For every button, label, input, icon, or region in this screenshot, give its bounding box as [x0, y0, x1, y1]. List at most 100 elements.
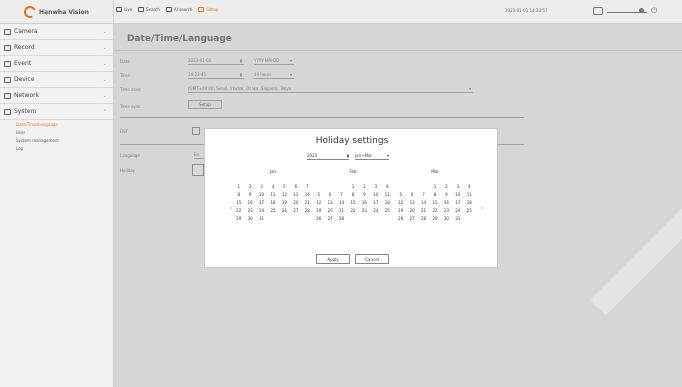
calendar-day[interactable]: 19	[279, 199, 290, 206]
sidebar-subitem-date-time-language[interactable]: Date/Time/Language	[0, 120, 113, 128]
sidebar-item-system[interactable]: System ⌃	[0, 104, 113, 120]
calendar-day[interactable]: 10	[370, 191, 381, 198]
calendar-day[interactable]: 28	[302, 207, 313, 214]
calendar-day[interactable]: 24	[370, 207, 381, 214]
calendar-day[interactable]: 3	[370, 183, 381, 190]
calendar-day[interactable]: 26	[395, 215, 406, 222]
month-range-select[interactable]: Jan~Mar ▾	[355, 152, 389, 160]
calendar-day[interactable]: 13	[290, 191, 301, 198]
calendar-day[interactable]: 15	[347, 199, 358, 206]
topnav-live[interactable]: Live	[116, 7, 132, 12]
calendar-day[interactable]: 5	[279, 183, 290, 190]
sidebar-subitem-log[interactable]: Log	[0, 144, 113, 152]
calendar-day[interactable]: 6	[290, 183, 301, 190]
calendar-day[interactable]: 24	[452, 207, 463, 214]
volume-slider[interactable]	[607, 8, 647, 13]
calendar-day[interactable]: 14	[302, 191, 313, 198]
year-select[interactable]: 2023 ▮	[307, 152, 349, 160]
calendar-day[interactable]: 16	[359, 199, 370, 206]
calendar-day[interactable]: 17	[452, 199, 463, 206]
calendar-day[interactable]: 27	[290, 207, 301, 214]
calendar-day[interactable]: 22	[429, 207, 440, 214]
sidebar-item-device[interactable]: Device ⌄	[0, 72, 113, 88]
calendar-day[interactable]: 26	[279, 207, 290, 214]
calendar-day[interactable]: 13	[324, 199, 335, 206]
calendar-day[interactable]: 31	[452, 215, 463, 222]
power-icon[interactable]: ⏻	[651, 6, 657, 16]
apply-button[interactable]: Apply	[316, 254, 350, 264]
sidebar-item-camera[interactable]: Camera ⌄	[0, 24, 113, 40]
calendar-day[interactable]: 1	[233, 183, 244, 190]
calendar-day[interactable]: 3	[256, 183, 267, 190]
calendar-day[interactable]: 23	[359, 207, 370, 214]
calendar-day[interactable]: 15	[233, 199, 244, 206]
sidebar-subitem-system-management[interactable]: System management	[0, 136, 113, 144]
calendar-day[interactable]: 9	[244, 191, 255, 198]
calendar-day[interactable]: 8	[429, 191, 440, 198]
calendar-day[interactable]: 27	[406, 215, 417, 222]
calendar-day[interactable]: 20	[406, 207, 417, 214]
calendar-day[interactable]: 28	[336, 215, 347, 222]
calendar-day[interactable]: 6	[406, 191, 417, 198]
calendar-day[interactable]: 26	[313, 215, 324, 222]
calendar-day[interactable]: 23	[441, 207, 452, 214]
calendar-day[interactable]: 3	[452, 183, 463, 190]
calendar-day[interactable]: 4	[464, 183, 475, 190]
calendar-day[interactable]: 2	[359, 183, 370, 190]
calendar-day[interactable]: 30	[441, 215, 452, 222]
topnav-search[interactable]: Search	[138, 7, 160, 12]
calendar-day[interactable]: 19	[395, 207, 406, 214]
calendar-day[interactable]: 7	[302, 183, 313, 190]
calendar-day[interactable]: 27	[324, 215, 335, 222]
calendar-day[interactable]: 8	[347, 191, 358, 198]
calendar-day[interactable]: 6	[324, 191, 335, 198]
calendar-day[interactable]: 20	[324, 207, 335, 214]
calendar-day[interactable]: 9	[441, 191, 452, 198]
next-arrow-icon[interactable]: ›	[481, 205, 483, 212]
calendar-day[interactable]: 10	[256, 191, 267, 198]
calendar-day[interactable]: 23	[244, 207, 255, 214]
sidebar-item-event[interactable]: Event ⌄	[0, 56, 113, 72]
calendar-day[interactable]: 1	[347, 183, 358, 190]
calendar-day[interactable]: 21	[336, 207, 347, 214]
calendar-day[interactable]: 22	[233, 207, 244, 214]
calendar-day[interactable]: 22	[347, 207, 358, 214]
calendar-day[interactable]: 4	[267, 183, 278, 190]
calendar-day[interactable]: 7	[336, 191, 347, 198]
calendar-day[interactable]: 11	[382, 191, 393, 198]
calendar-day[interactable]: 12	[395, 199, 406, 206]
calendar-day[interactable]: 17	[370, 199, 381, 206]
calendar-day[interactable]: 8	[233, 191, 244, 198]
calendar-day[interactable]: 20	[290, 199, 301, 206]
sidebar-subitem-user[interactable]: User	[0, 128, 113, 136]
calendar-day[interactable]: 18	[267, 199, 278, 206]
calendar-day[interactable]: 24	[256, 207, 267, 214]
calendar-day[interactable]: 5	[395, 191, 406, 198]
calendar-day[interactable]: 18	[382, 199, 393, 206]
calendar-day[interactable]: 28	[418, 215, 429, 222]
calendar-day[interactable]: 29	[233, 215, 244, 222]
topnav-setup[interactable]: Setup	[198, 7, 218, 12]
calendar-day[interactable]: 14	[336, 199, 347, 206]
calendar-day[interactable]: 1	[429, 183, 440, 190]
calendar-day[interactable]: 5	[313, 191, 324, 198]
calendar-day[interactable]: 16	[244, 199, 255, 206]
calendar-day[interactable]: 29	[429, 215, 440, 222]
topnav-ai-search[interactable]: AI search	[165, 7, 192, 12]
calendar-day[interactable]: 30	[244, 215, 255, 222]
calendar-day[interactable]: 31	[256, 215, 267, 222]
calendar-day[interactable]: 2	[441, 183, 452, 190]
calendar-day[interactable]: 2	[244, 183, 255, 190]
calendar-day[interactable]: 7	[418, 191, 429, 198]
calendar-day[interactable]: 12	[279, 191, 290, 198]
calendar-day[interactable]: 18	[464, 199, 475, 206]
calendar-day[interactable]: 17	[256, 199, 267, 206]
sidebar-item-network[interactable]: Network ⌄	[0, 88, 113, 104]
calendar-day[interactable]: 14	[418, 199, 429, 206]
calendar-day[interactable]: 16	[441, 199, 452, 206]
cancel-button[interactable]: Cancel	[355, 254, 389, 264]
sidebar-item-record[interactable]: Record ⌄	[0, 40, 113, 56]
calendar-day[interactable]: 11	[464, 191, 475, 198]
calendar-day[interactable]: 9	[359, 191, 370, 198]
calendar-day[interactable]: 19	[313, 207, 324, 214]
